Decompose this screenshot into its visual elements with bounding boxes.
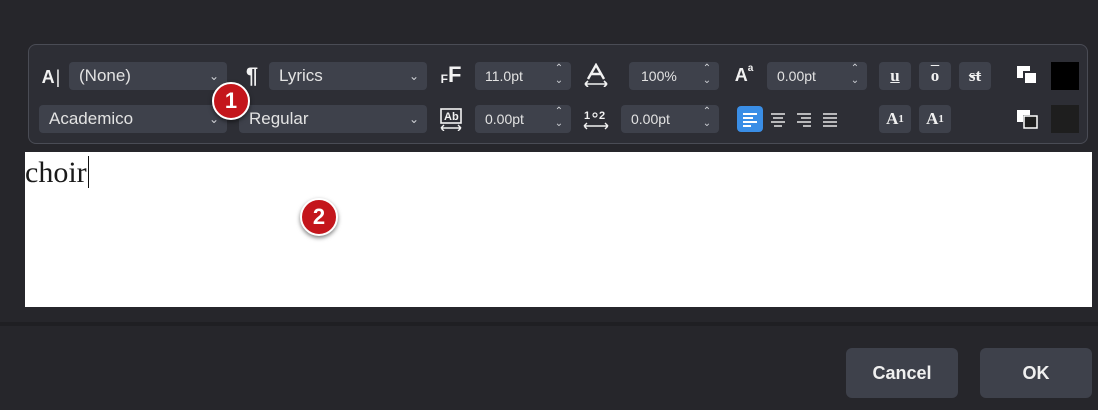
align-center-icon <box>771 113 785 127</box>
tracking-icon: Ab <box>437 105 465 133</box>
paragraph-style-icon: ¶ <box>245 63 259 88</box>
superscript-offset-value: 0.00pt <box>777 68 816 84</box>
tracking-spinner[interactable]: 0.00pt ⌃ ⌄ <box>475 105 571 133</box>
justify-button[interactable] <box>817 106 843 132</box>
paragraph-style-dropdown[interactable]: Lyrics ⌄ <box>269 62 427 90</box>
ok-button[interactable]: OK <box>980 348 1092 398</box>
tracking-value: 0.00pt <box>485 111 524 127</box>
line-spacing-icon: 12 <box>581 105 611 133</box>
editor-text-content: choir <box>25 156 87 189</box>
stepper-arrows-icon[interactable]: ⌃ ⌄ <box>701 63 713 87</box>
font-size-icon: FF <box>440 62 462 87</box>
justify-icon <box>823 113 837 127</box>
foreground-color-icon <box>1014 63 1040 87</box>
strikethrough-button[interactable]: st <box>959 62 991 90</box>
underline-button[interactable]: u <box>879 62 911 90</box>
subscript-label: A <box>926 109 939 128</box>
stepper-arrows-icon[interactable]: ⌃ ⌄ <box>553 106 565 130</box>
svg-text:1: 1 <box>584 110 590 122</box>
font-style-dropdown[interactable]: Regular ⌄ <box>239 105 427 133</box>
line-spacing-spinner[interactable]: 0.00pt ⌃ ⌄ <box>621 105 719 133</box>
font-family-value: Academico <box>49 109 134 128</box>
superscript-index: 1 <box>898 113 904 125</box>
font-size-value: 11.0pt <box>485 68 523 84</box>
character-style-icon: A | <box>41 66 61 87</box>
character-width-value: 100% <box>641 68 677 84</box>
paragraph-style-value: Lyrics <box>279 66 323 85</box>
text-editor-area[interactable]: choir <box>25 152 1092 307</box>
font-style-value: Regular <box>249 109 309 128</box>
text-formatting-toolbar: A | (None) ⌄ ¶ Lyrics ⌄ FF 11.0pt ⌃ ⌄ 100%… <box>28 44 1088 144</box>
callout-badge-2: 2 <box>300 198 338 236</box>
align-right-icon <box>797 113 811 127</box>
divider <box>0 322 1098 326</box>
cancel-button[interactable]: Cancel <box>846 348 958 398</box>
foreground-color-swatch[interactable] <box>1051 62 1079 90</box>
font-family-dropdown[interactable]: Academico ⌄ <box>39 105 227 133</box>
align-center-button[interactable] <box>765 106 791 132</box>
svg-text:2: 2 <box>599 110 605 122</box>
subscript-button[interactable]: A1 <box>919 105 951 133</box>
align-right-button[interactable] <box>791 106 817 132</box>
subscript-index: 1 <box>938 113 944 125</box>
superscript-label: A <box>886 109 899 128</box>
callout-badge-1: 1 <box>212 82 250 120</box>
superscript-offset-spinner[interactable]: 0.00pt ⌃ ⌄ <box>767 62 867 90</box>
stepper-arrows-icon[interactable]: ⌃ ⌄ <box>553 63 565 87</box>
svg-text:Ab: Ab <box>444 111 459 123</box>
character-width-icon <box>581 61 611 89</box>
text-caret <box>87 156 90 188</box>
align-left-icon <box>743 113 757 127</box>
line-spacing-value: 0.00pt <box>631 111 670 127</box>
background-color-swatch[interactable] <box>1051 105 1079 133</box>
stepper-arrows-icon[interactable]: ⌃ ⌄ <box>849 63 861 87</box>
background-color-icon <box>1014 107 1040 131</box>
font-size-spinner[interactable]: 11.0pt ⌃ ⌄ <box>475 62 571 90</box>
character-style-value: (None) <box>79 66 131 85</box>
overline-button[interactable]: o <box>919 62 951 90</box>
stepper-arrows-icon[interactable]: ⌃ ⌄ <box>701 106 713 130</box>
character-style-dropdown[interactable]: (None) ⌄ <box>69 62 227 90</box>
character-width-spinner[interactable]: 100% ⌃ ⌄ <box>629 62 719 90</box>
chevron-down-icon: ⌄ <box>408 112 419 126</box>
align-left-button[interactable] <box>737 106 763 132</box>
editor-text: choir <box>25 156 90 190</box>
chevron-down-icon: ⌄ <box>408 69 419 83</box>
superscript-button[interactable]: A1 <box>879 105 911 133</box>
superscript-offset-icon: Aa <box>734 63 754 85</box>
